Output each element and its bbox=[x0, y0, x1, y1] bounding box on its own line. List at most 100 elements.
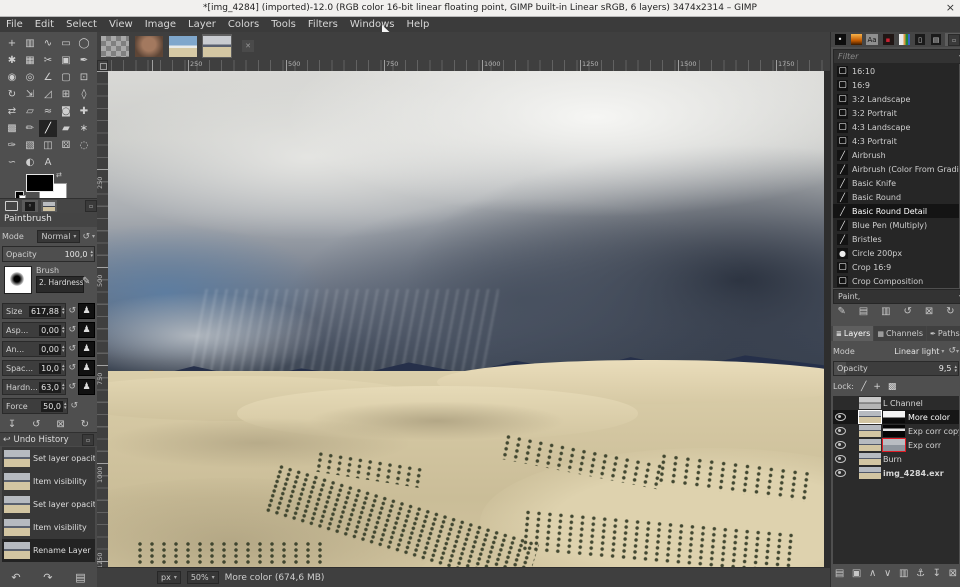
tool-scale-icon[interactable]: ⇲ bbox=[21, 86, 39, 103]
preset-item[interactable]: ▢3:2 Landscape bbox=[833, 92, 959, 106]
fonts-tab[interactable]: Aa bbox=[865, 33, 879, 46]
ruler-origin-button[interactable] bbox=[97, 60, 108, 71]
paint-mode-select[interactable]: Normal ▾ bbox=[37, 230, 80, 243]
tab-strip-menu-icon[interactable]: ✕ bbox=[242, 40, 254, 52]
force-slider[interactable]: Force 50,0 ▴▾ bbox=[2, 398, 68, 414]
delete-preset-button[interactable]: ⊠ bbox=[925, 306, 933, 317]
undo-step[interactable]: Item visibility bbox=[2, 516, 95, 539]
tool-options-tab[interactable]: ◦ bbox=[22, 200, 38, 212]
clear-history-button[interactable]: ▤ bbox=[75, 571, 85, 584]
visibility-toggle[interactable] bbox=[833, 455, 847, 463]
tool-mypaint-brush-icon[interactable]: ▧ bbox=[21, 137, 39, 154]
reset-tool-options-button[interactable]: ↻ bbox=[81, 419, 89, 430]
preset-item[interactable]: ▢4:3 Landscape bbox=[833, 120, 959, 134]
tool-color-picker-icon[interactable]: ◉ bbox=[3, 69, 21, 86]
chevron-down-icon[interactable]: ▾ bbox=[941, 348, 944, 355]
tool-cage-transform-icon[interactable]: ▱ bbox=[21, 103, 39, 120]
canvas-image-dunes-storm[interactable] bbox=[108, 71, 824, 567]
aspect-slider[interactable]: Asp... 0,00 ▴▾ bbox=[2, 322, 66, 338]
tool-handle-transform-icon[interactable]: ⊞ bbox=[57, 86, 75, 103]
layer-mode-select[interactable]: Linear light bbox=[894, 347, 939, 356]
tool-measure-icon[interactable]: ∠ bbox=[39, 69, 57, 86]
reset-icon[interactable]: ↺ bbox=[68, 363, 76, 373]
spinner[interactable]: ▴▾ bbox=[61, 383, 66, 391]
brush-thumbnail[interactable] bbox=[4, 266, 32, 294]
new-preset-button[interactable]: ▤ bbox=[859, 306, 868, 317]
image-tab-beach[interactable] bbox=[168, 34, 198, 58]
layer-thumbnail[interactable] bbox=[859, 453, 881, 465]
tool-select-by-color-icon[interactable]: ▦ bbox=[21, 52, 39, 69]
menu-filters[interactable]: Filters bbox=[302, 19, 344, 30]
anchor-layer-button[interactable]: ⚓ bbox=[916, 568, 925, 579]
reset-icon[interactable]: ↺ bbox=[70, 401, 78, 411]
size-slider[interactable]: Size 617,88 ▴▾ bbox=[2, 303, 66, 319]
menu-tools[interactable]: Tools bbox=[265, 19, 302, 30]
visibility-toggle[interactable] bbox=[833, 469, 847, 477]
tool-paintbrush-icon[interactable]: ╱ bbox=[39, 120, 57, 137]
right-dock-menu-button[interactable]: ▫ bbox=[948, 34, 960, 46]
image-tab-portrait[interactable] bbox=[134, 34, 164, 58]
layer-mask-thumbnail[interactable] bbox=[883, 411, 905, 423]
layer-row[interactable]: img_4284.exr bbox=[833, 466, 959, 480]
tool-rectangle-select-icon[interactable]: ▭ bbox=[57, 35, 75, 52]
image-tab-transparent[interactable] bbox=[100, 34, 130, 58]
tab-channels[interactable]: ▦Channels bbox=[874, 326, 926, 341]
layer-row[interactable]: L Channel bbox=[833, 396, 959, 410]
redo-button[interactable]: ↷ bbox=[43, 571, 52, 584]
new-layer-button[interactable]: ▤ bbox=[835, 568, 844, 579]
chevron-down-icon[interactable]: ▾ bbox=[92, 233, 95, 240]
tool-move-icon[interactable]: + bbox=[3, 35, 21, 52]
lock-position-toggle[interactable]: + bbox=[873, 382, 881, 392]
size-dynamics-toggle[interactable]: ♟ bbox=[78, 303, 95, 319]
device-status-tab[interactable] bbox=[3, 200, 19, 212]
tool-smudge-icon[interactable]: ∽ bbox=[3, 154, 21, 171]
tool-perspective-clone-icon[interactable]: ⚄ bbox=[57, 137, 75, 154]
preset-item[interactable]: ▢3:2 Portrait bbox=[833, 106, 959, 120]
brushes-tab[interactable]: • bbox=[833, 33, 847, 46]
spinner[interactable]: ▴▾ bbox=[61, 345, 66, 353]
menu-view[interactable]: View bbox=[103, 19, 139, 30]
preset-item-selected[interactable]: ╱Basic Round Detail bbox=[833, 204, 959, 218]
aspect-dynamics-toggle[interactable]: ♟ bbox=[78, 322, 95, 338]
palettes-tab[interactable] bbox=[897, 33, 911, 46]
tool-flip-icon[interactable]: ⇄ bbox=[3, 103, 21, 120]
preset-item[interactable]: ╱Blue Pen (Multiply) bbox=[833, 218, 959, 232]
menu-windows[interactable]: Windows bbox=[344, 19, 401, 30]
spinner[interactable]: ▴▾ bbox=[61, 307, 66, 315]
preset-item[interactable]: ▢Crop 16:9 bbox=[833, 260, 959, 274]
delete-layer-button[interactable]: ⊠ bbox=[949, 568, 957, 579]
left-dock-menu-button[interactable]: ▫ bbox=[85, 200, 97, 212]
close-window-button[interactable]: × bbox=[946, 1, 955, 14]
preset-item[interactable]: ▢16:9 bbox=[833, 78, 959, 92]
reset-icon[interactable]: ↺ bbox=[68, 344, 76, 354]
tool-ink-icon[interactable]: ✑ bbox=[3, 137, 21, 154]
layer-opacity-slider[interactable]: Opacity 9,5 ▴▾ bbox=[833, 361, 959, 376]
layer-thumbnail[interactable] bbox=[859, 439, 881, 451]
spacing-slider[interactable]: Spac... 10,0 ▴▾ bbox=[2, 360, 66, 376]
tool-zoom-icon[interactable]: ◎ bbox=[21, 69, 39, 86]
duplicate-layer-button[interactable]: ▥ bbox=[899, 568, 908, 579]
patterns-tab[interactable]: ▪ bbox=[881, 33, 895, 46]
layer-row[interactable]: Exp corr copy bbox=[833, 424, 959, 438]
gradients-tab[interactable] bbox=[849, 33, 863, 46]
undo-step[interactable]: Set layer opacity bbox=[2, 447, 95, 470]
zoom-select[interactable]: 50% ▾ bbox=[187, 571, 219, 584]
opacity-slider[interactable]: Opacity 100,0 ▴▾ bbox=[2, 246, 95, 262]
raise-layer-button[interactable]: ∧ bbox=[869, 568, 876, 579]
spacing-dynamics-toggle[interactable]: ♟ bbox=[78, 360, 95, 376]
preset-filter-input[interactable]: Filter ▾ bbox=[833, 49, 960, 64]
save-tool-preset-button[interactable]: ↧ bbox=[8, 419, 16, 430]
menu-select[interactable]: Select bbox=[60, 19, 103, 30]
undo-step-selected[interactable]: Rename Layer bbox=[2, 539, 95, 562]
layer-thumbnail[interactable] bbox=[859, 467, 881, 479]
tool-eraser-icon[interactable]: ▰ bbox=[57, 120, 75, 137]
restore-tool-preset-button[interactable]: ↺ bbox=[32, 419, 40, 430]
preset-item[interactable]: ╱Bristles bbox=[833, 232, 959, 246]
undo-step[interactable]: Item visibility bbox=[2, 470, 95, 493]
menu-help[interactable]: Help bbox=[401, 19, 436, 30]
tool-paths-icon[interactable]: ✒ bbox=[75, 52, 93, 69]
tool-gradient-icon[interactable]: ▩ bbox=[3, 120, 21, 137]
tool-blur-sharpen-icon[interactable]: ◌ bbox=[75, 137, 93, 154]
swap-colors-icon[interactable]: ⇄ bbox=[56, 171, 62, 179]
buffers-tab[interactable]: ▯ bbox=[913, 33, 927, 46]
